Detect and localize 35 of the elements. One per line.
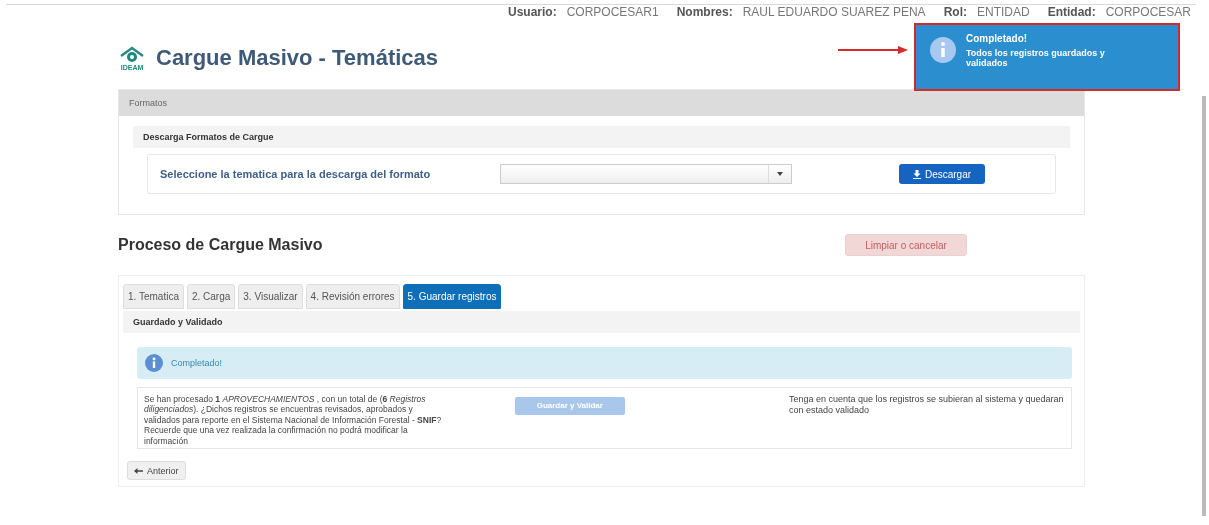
arrow-left-icon: [134, 467, 143, 474]
alert-text: Completado!: [171, 358, 223, 368]
user-field-label: Usuario:: [507, 5, 557, 19]
info-icon: [145, 354, 163, 372]
info-icon: [930, 37, 956, 63]
summary-paragraph: Se han procesado 1 APROVECHAMIENTOS , con un total de (6 Registros diligenciados). ¿Dichos registros se encuentras revisados, aprobados y validados para reporte en el Sistema Nacional de Información Forestal - SNIF? Recuerde que una vez realizada la confirmación no podrá modificar la información: [144, 394, 443, 446]
select-label: Seleccione la tematica para la descarga del formato: [160, 168, 432, 180]
toast-title: Completado!: [966, 33, 1029, 44]
user-field-value: RAUL EDUARDO SUAREZ PENA: [742, 5, 926, 19]
caret-icon: [777, 172, 783, 176]
section-header: Guardado y Validado: [123, 311, 1080, 333]
eye-logo-icon: [120, 45, 144, 64]
section-header: Descarga Formatos de Cargue: [133, 126, 1070, 148]
download-button[interactable]: Descargar: [899, 164, 985, 184]
download-icon: [912, 169, 921, 179]
back-button[interactable]: Anterior: [127, 461, 186, 480]
note-text: Tenga en cuenta que los registros se subieran al sistema y quedaran con estado validado: [788, 394, 1065, 417]
user-field-value: CORPOCESAR: [1105, 5, 1191, 19]
page-title: Cargue Masivo - Temáticas: [156, 45, 439, 71]
tematica-dropdown[interactable]: [500, 164, 792, 184]
section-title: Proceso de Cargue Masivo: [118, 236, 324, 254]
step-tab[interactable]: 2. Carga: [186, 284, 236, 309]
user-field-value: CORPOCESAR1: [566, 5, 659, 19]
user-field-label: Entidad:: [1047, 5, 1096, 19]
scrollbar[interactable]: [1202, 96, 1206, 516]
step-tab[interactable]: 5. Guardar registros: [402, 284, 502, 309]
user-field-label: Nombres:: [676, 5, 733, 19]
user-field-label: Rol:: [943, 5, 967, 19]
step-tab[interactable]: 1. Tematica: [123, 284, 184, 309]
step-tab[interactable]: 3. Visualizar: [238, 284, 303, 309]
user-field-value: ENTIDAD: [976, 5, 1030, 19]
step-tab[interactable]: 4. Revisión errores: [305, 284, 400, 309]
annotation-arrow: [838, 45, 908, 55]
toast-message: Todos los registros guardados y validados: [966, 48, 1106, 68]
panel-header: Formatos: [119, 90, 1084, 116]
